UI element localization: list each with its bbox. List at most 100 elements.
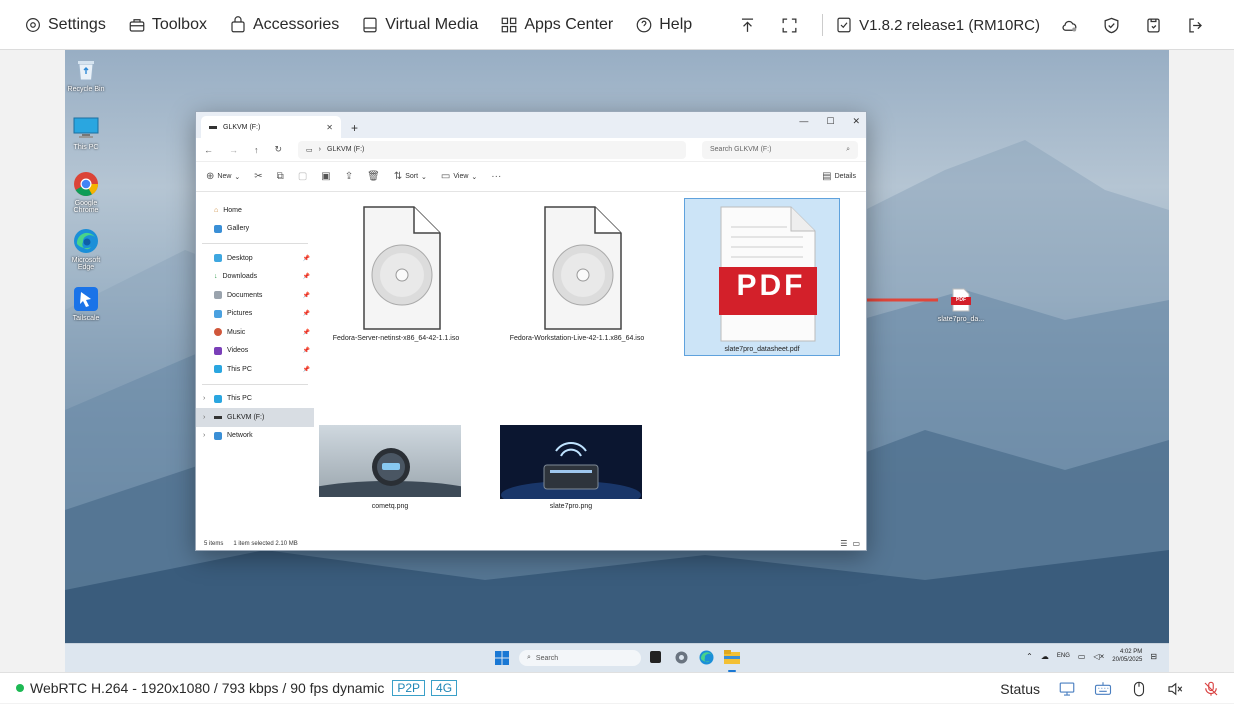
apps-center-menu[interactable]: Apps Center xyxy=(500,16,613,34)
address-bar[interactable]: ▭ › GLKVM (F:) xyxy=(298,140,686,159)
version-info[interactable]: V1.8.2 release1 (RM10RC) xyxy=(835,16,1040,34)
nav-item-desktop[interactable]: Desktop 📌 xyxy=(196,249,314,268)
file-item[interactable]: slate7pro.png xyxy=(493,425,649,517)
nav-item-music[interactable]: Music 📌 xyxy=(196,323,314,342)
windows-start-icon[interactable] xyxy=(495,651,509,665)
pin-icon[interactable]: 📌 xyxy=(303,347,310,354)
desktop-pdf-file[interactable]: PDF slate7pro_da... xyxy=(936,286,986,323)
nav-item-gallery[interactable]: Gallery xyxy=(196,220,314,239)
nav-item-downloads[interactable]: ↓ Downloads 📌 xyxy=(196,268,314,287)
microphone-muted-icon[interactable] xyxy=(1202,680,1220,698)
pin-icon[interactable]: 📌 xyxy=(303,366,310,373)
volume-icon[interactable]: ◁× xyxy=(1093,652,1104,661)
security-button[interactable] xyxy=(1090,16,1132,35)
maximize-icon[interactable]: ☐ xyxy=(826,116,834,127)
upload-button[interactable] xyxy=(726,16,768,35)
explorer-search-input[interactable]: Search GLKVM (F:) ⌕ xyxy=(702,140,858,159)
desktop-icon-chrome[interactable]: Google Chrome xyxy=(65,170,109,214)
nav-tree-this-pc[interactable]: › This PC xyxy=(196,390,314,409)
accessories-menu[interactable]: Accessories xyxy=(229,16,339,34)
rename-icon[interactable]: ▣ xyxy=(321,171,330,182)
nav-label: Music xyxy=(227,328,246,336)
nav-item-this-pc-pinned[interactable]: This PC 📌 xyxy=(196,360,314,379)
logout-button[interactable] xyxy=(1174,16,1216,35)
pin-icon[interactable]: 📌 xyxy=(303,329,310,336)
remote-desktop-screen[interactable]: Recycle Bin This PC Google Chrome Micros… xyxy=(65,50,1169,672)
desktop-icon-edge[interactable]: Microsoft Edge xyxy=(65,227,109,271)
pin-icon[interactable]: 📌 xyxy=(303,292,310,299)
cloud-button[interactable] xyxy=(1048,16,1090,35)
copy-icon[interactable]: ⧉ xyxy=(277,171,284,182)
toolbar-divider xyxy=(822,14,824,36)
chevron-up-icon[interactable]: ⌃ xyxy=(1026,652,1033,661)
list-view-icon[interactable]: ☰ xyxy=(840,539,847,548)
chevron-down-icon: ⌄ xyxy=(421,173,427,181)
task-view-icon[interactable] xyxy=(650,651,661,663)
clock-time: 4:02 PM xyxy=(1119,649,1143,655)
notification-icon[interactable]: ⊟ xyxy=(1150,652,1157,661)
apps-center-label: Apps Center xyxy=(524,15,614,33)
desktop-icon-recycle-bin[interactable]: Recycle Bin xyxy=(65,56,109,93)
taskbar-clock[interactable]: 4:02 PM 20/05/2025 xyxy=(1112,648,1142,664)
settings-menu[interactable]: Settings xyxy=(24,16,106,34)
cut-icon[interactable]: ✂ xyxy=(254,171,262,182)
nav-item-home[interactable]: ⌂ Home xyxy=(196,201,314,220)
nav-item-documents[interactable]: Documents 📌 xyxy=(196,286,314,305)
settings-app-icon[interactable] xyxy=(674,650,689,665)
fullscreen-button[interactable] xyxy=(768,16,810,35)
up-icon[interactable]: ↑ xyxy=(254,145,259,155)
virtual-media-menu[interactable]: Virtual Media xyxy=(361,16,478,34)
desktop-icon-this-pc[interactable]: This PC xyxy=(65,114,109,151)
file-explorer-app-icon[interactable] xyxy=(724,650,740,665)
nav-item-videos[interactable]: Videos 📌 xyxy=(196,342,314,361)
desktop-icon-tailscale[interactable]: Tailscale xyxy=(65,285,109,322)
minimize-icon[interactable]: — xyxy=(799,116,808,127)
back-icon[interactable]: ← xyxy=(204,145,213,155)
new-button[interactable]: ⊕ New ⌄ xyxy=(206,171,240,182)
share-icon[interactable]: ⇪ xyxy=(345,171,353,182)
file-item[interactable]: cometq.png xyxy=(280,425,500,525)
close-icon[interactable]: ✕ xyxy=(852,116,860,127)
settings-label: Settings xyxy=(48,15,106,33)
pin-icon[interactable]: 📌 xyxy=(303,255,310,262)
view-button[interactable]: ▭ View ⌄ xyxy=(441,171,477,182)
chevron-right-icon[interactable]: › xyxy=(203,414,205,421)
sort-button[interactable]: ⇅ Sort ⌄ xyxy=(394,171,427,182)
paste-icon[interactable]: ▢ xyxy=(298,171,307,182)
mouse-icon[interactable] xyxy=(1130,680,1148,698)
delete-icon[interactable]: 🗑 xyxy=(367,171,380,182)
cloud-tray-icon[interactable]: ☁ xyxy=(1041,652,1049,661)
toolbox-menu[interactable]: Toolbox xyxy=(128,16,207,34)
nav-tree-network[interactable]: › Network xyxy=(196,427,314,446)
tiles-view-icon[interactable]: ▭ xyxy=(852,539,860,548)
pin-icon[interactable]: 📌 xyxy=(303,310,310,317)
file-item-selected[interactable]: PDF slate7pro_datasheet.pdf xyxy=(684,198,840,356)
network-tray-icon[interactable]: ▭ xyxy=(1078,652,1086,661)
file-item[interactable]: Fedora-Server-netinst-x86_64-42-1.1.iso xyxy=(318,203,474,353)
monitor-settings-icon[interactable] xyxy=(1058,680,1076,698)
chevron-right-icon[interactable]: › xyxy=(203,395,205,402)
network-icon xyxy=(214,431,222,440)
new-tab-icon[interactable]: + xyxy=(351,121,358,135)
forward-icon[interactable]: → xyxy=(229,145,238,155)
language-indicator[interactable]: ENG xyxy=(1057,653,1070,659)
nav-item-pictures[interactable]: Pictures 📌 xyxy=(196,305,314,324)
history-button[interactable] xyxy=(1132,16,1174,35)
file-item[interactable]: Fedora-Workstation-Live-42-1.1.x86_64.is… xyxy=(499,203,655,353)
refresh-icon[interactable]: ↻ xyxy=(275,144,283,155)
status-label[interactable]: Status xyxy=(1000,681,1040,697)
edge-app-icon[interactable] xyxy=(699,650,714,665)
more-icon[interactable]: ··· xyxy=(491,171,501,182)
chevron-right-icon[interactable]: › xyxy=(203,432,205,439)
taskbar-search[interactable]: ⌕ Search xyxy=(519,650,641,666)
close-tab-icon[interactable]: ✕ xyxy=(326,123,333,132)
nav-label: This PC xyxy=(227,365,252,373)
speaker-muted-icon[interactable] xyxy=(1166,680,1184,698)
nav-tree-glkvm[interactable]: › GLKVM (F:) xyxy=(196,408,314,427)
keyboard-icon[interactable] xyxy=(1094,680,1112,698)
cloud-icon xyxy=(1061,20,1076,31)
explorer-tab[interactable]: GLKVM (F:) ✕ xyxy=(201,116,341,138)
help-menu[interactable]: Help xyxy=(635,16,692,34)
details-button[interactable]: ▤ Details xyxy=(822,171,856,182)
pin-icon[interactable]: 📌 xyxy=(303,273,310,280)
